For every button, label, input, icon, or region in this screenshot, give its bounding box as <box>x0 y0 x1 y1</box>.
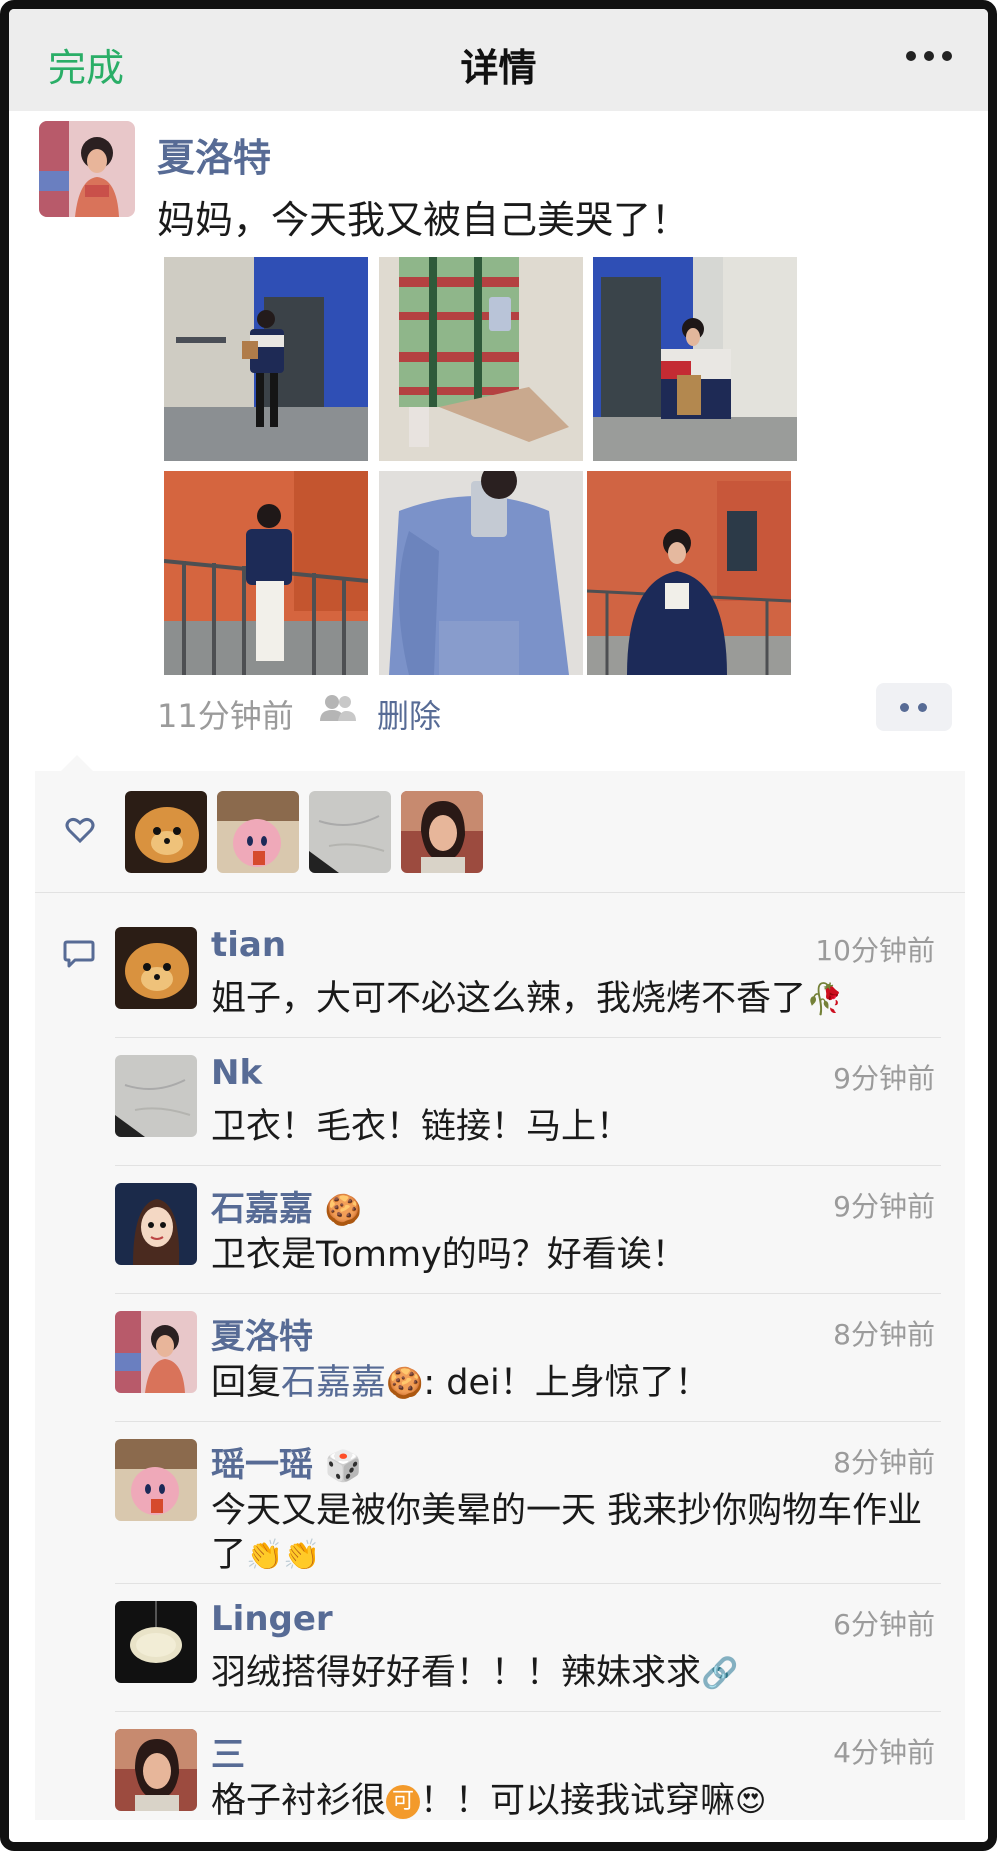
comment-body: : dei！上身惊了！ <box>423 1363 710 1403</box>
interaction-panel: tian 10分钟前 姐子，大可不必这么辣，我烧烤不香了🥀 Nk 9分钟前 卫衣… <box>35 771 965 1842</box>
reply-to-name[interactable]: 石嘉嘉 <box>281 1363 386 1403</box>
comment-text: 卫衣！毛衣！链接！马上！ <box>211 1107 632 1147</box>
comment-avatar[interactable] <box>115 1311 197 1393</box>
dice-emoji: 🎲 <box>324 1448 363 1484</box>
comment-divider <box>115 1583 961 1584</box>
comment-divider <box>115 1293 961 1294</box>
cookie-emoji: 🍪 <box>324 1192 363 1228</box>
post-author-avatar[interactable] <box>39 121 135 217</box>
cookie-emoji: 🍪 <box>386 1366 424 1401</box>
delete-button[interactable]: 删除 <box>377 691 441 737</box>
like-avatar-2[interactable] <box>217 791 299 873</box>
comment-avatar[interactable] <box>115 1183 197 1265</box>
nav-bar: 完成 详情 <box>9 9 988 111</box>
comment-author-name[interactable]: 瑶一瑶 <box>211 1445 313 1485</box>
comment-time: 8分钟前 <box>833 1318 935 1351</box>
like-avatar-4[interactable] <box>401 791 483 873</box>
comment-author[interactable]: 石嘉嘉 🍪 <box>211 1181 362 1230</box>
wilted-rose-emoji: 🥀 <box>806 982 844 1017</box>
two-people-icon <box>318 693 358 723</box>
comment-item: Linger 6分钟前 羽绒搭得好好看！！！辣妹求求🔗 <box>115 1599 961 1711</box>
panel-notch <box>61 755 93 771</box>
like-avatar-3[interactable] <box>309 791 391 873</box>
comment-avatar[interactable] <box>115 927 197 1009</box>
comment-body: 格子衬衫很 <box>211 1781 387 1821</box>
comment-time: 4分钟前 <box>833 1736 935 1769</box>
reply-prefix: 回复 <box>211 1363 282 1403</box>
comment-bubble-icon <box>63 939 95 969</box>
comment-time: 9分钟前 <box>833 1190 935 1223</box>
post-text: 妈妈，今天我又被自己美哭了！ <box>157 198 690 242</box>
comment-author-name[interactable]: 石嘉嘉 <box>211 1189 313 1229</box>
photo-1[interactable] <box>164 257 368 461</box>
comment-time: 10分钟前 <box>815 934 935 967</box>
comment-text: 姐子，大可不必这么辣，我烧烤不香了🥀 <box>211 977 951 1021</box>
photo-5[interactable] <box>379 471 583 675</box>
comment-avatar[interactable] <box>115 1601 197 1683</box>
like-avatar-1[interactable] <box>125 791 207 873</box>
comment-item: 石嘉嘉 🍪 9分钟前 卫衣是Tommy的吗？好看诶！ <box>115 1183 961 1293</box>
comment-divider <box>115 1421 961 1422</box>
post-timestamp: 11分钟前 <box>157 697 294 735</box>
comment-body: 姐子，大可不必这么辣，我烧烤不香了 <box>211 979 807 1019</box>
likes-row <box>35 771 965 893</box>
comment-time: 8分钟前 <box>833 1446 935 1479</box>
comment-author[interactable]: Nk <box>211 1053 262 1093</box>
heart-eyes-emoji: 😍 <box>735 1784 767 1819</box>
link-emoji: 🔗 <box>701 1656 739 1691</box>
comment-like-menu-button[interactable] <box>876 683 952 731</box>
comment-avatar[interactable] <box>115 1439 197 1521</box>
photo-grid <box>157 249 797 679</box>
comment-body: 羽绒搭得好好看！！！辣妹求求 <box>211 1653 702 1693</box>
comment-text: 格子衬衫很可！！可以接我试穿嘛😍 <box>211 1779 951 1823</box>
photo-2[interactable] <box>379 257 583 461</box>
app-frame: 完成 详情 夏洛特 妈妈，今天我又被自己美哭了！ 11分钟前 删除 tian 1… <box>0 0 997 1851</box>
comment-text: 回复石嘉嘉🍪: dei！上身惊了！ <box>211 1361 951 1405</box>
more-dots-icon[interactable] <box>906 51 952 61</box>
ke-badge-emoji: 可 <box>386 1785 421 1819</box>
comment-divider <box>115 1037 961 1038</box>
comment-text: 今天又是被你美晕的一天 我来抄你购物车作业了👏👏 <box>211 1489 951 1577</box>
heart-icon <box>65 815 95 845</box>
comment-time: 9分钟前 <box>833 1062 935 1095</box>
page-title: 详情 <box>460 46 537 90</box>
comment-item: 瑶一瑶 🎲 8分钟前 今天又是被你美晕的一天 我来抄你购物车作业了👏👏 <box>115 1439 961 1583</box>
comment-time: 6分钟前 <box>833 1608 935 1641</box>
photo-6[interactable] <box>587 471 791 675</box>
comment-author[interactable]: 瑶一瑶 🎲 <box>211 1437 362 1486</box>
photo-4[interactable] <box>164 471 368 675</box>
comment-author[interactable]: tian <box>211 925 286 965</box>
photo-3[interactable] <box>593 257 797 461</box>
post-author-name[interactable]: 夏洛特 <box>157 127 271 182</box>
comment-author[interactable]: 夏洛特 <box>211 1309 313 1358</box>
comment-item: tian 10分钟前 姐子，大可不必这么辣，我烧烤不香了🥀 <box>115 925 961 1037</box>
comment-avatar[interactable] <box>115 1055 197 1137</box>
comment-divider <box>115 1165 961 1166</box>
comment-author[interactable]: 三 <box>211 1727 245 1776</box>
comment-item: Nk 9分钟前 卫衣！毛衣！链接！马上！ <box>115 1053 961 1165</box>
comment-avatar[interactable] <box>115 1729 197 1811</box>
comment-body-continued: ！！可以接我试穿嘛 <box>420 1781 736 1821</box>
comment-text: 羽绒搭得好好看！！！辣妹求求🔗 <box>211 1651 951 1695</box>
comment-divider <box>115 1711 961 1712</box>
comment-text: 卫衣是Tommy的吗？好看诶！ <box>211 1235 687 1275</box>
comment-author[interactable]: Linger <box>211 1599 333 1639</box>
comment-item: 夏洛特 8分钟前 回复石嘉嘉🍪: dei！上身惊了！ <box>115 1311 961 1421</box>
clapping-emoji: 👏👏 <box>246 1538 321 1573</box>
bottom-edge <box>9 1820 988 1842</box>
